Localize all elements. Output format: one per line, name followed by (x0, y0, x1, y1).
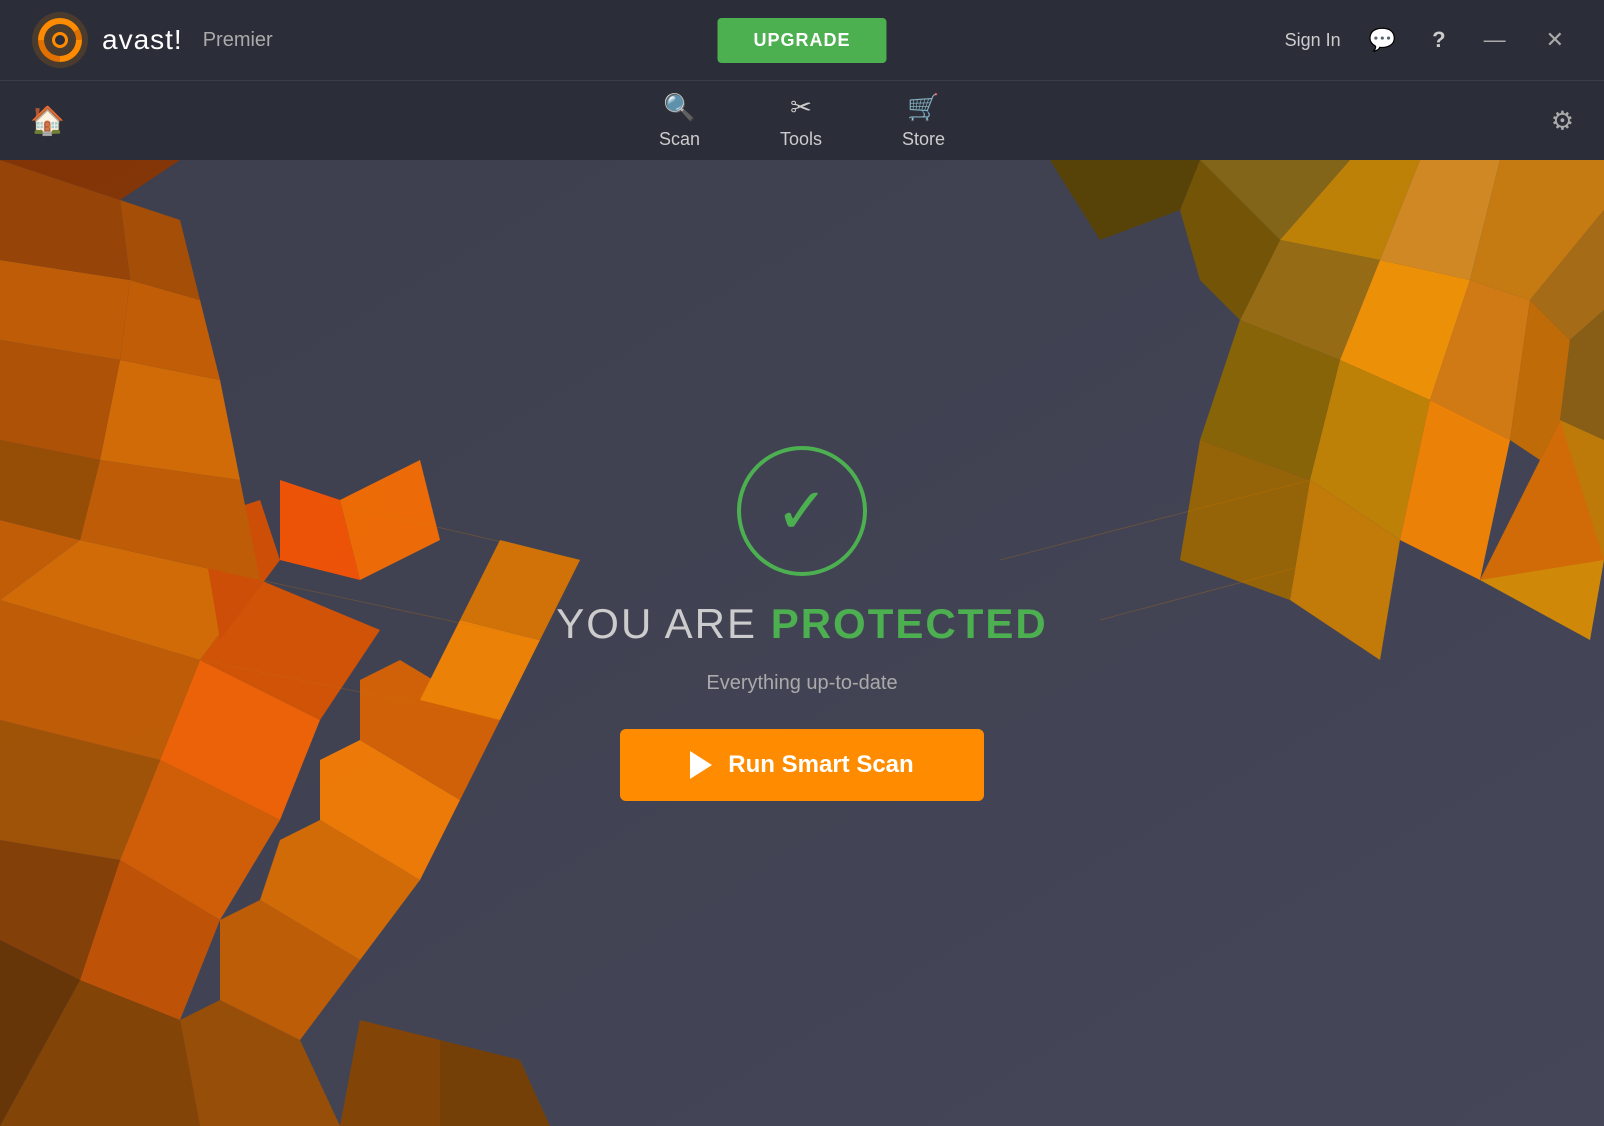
play-icon (690, 751, 712, 779)
status-heading: YOU ARE PROTECTED (556, 600, 1047, 648)
avast-logo-icon (30, 10, 90, 70)
edition-label: Premier (203, 29, 273, 52)
store-icon: 🛒 (907, 92, 939, 123)
scan-label: Scan (659, 129, 700, 150)
scan-icon: 🔍 (663, 92, 695, 123)
titlebar-nav: 🏠 🔍 Scan ✂ Tools 🛒 Store ⚙ (0, 80, 1604, 160)
center-content: ✓ YOU ARE PROTECTED Everything up-to-dat… (556, 446, 1047, 801)
close-button[interactable]: ✕ (1536, 25, 1574, 55)
checkmark-icon: ✓ (775, 479, 829, 543)
nav-store[interactable]: 🛒 Store (902, 92, 945, 150)
right-controls: Sign In 💬 ? — ✕ (1285, 23, 1574, 57)
brand-label: avast! (102, 24, 183, 56)
titlebar-top: avast! Premier UPGRADE Sign In 💬 ? — ✕ (0, 0, 1604, 80)
settings-button[interactable]: ⚙ (1551, 105, 1574, 136)
tools-label: Tools (780, 129, 822, 150)
nav-tools[interactable]: ✂ Tools (780, 92, 822, 150)
scan-button-label: Run Smart Scan (728, 751, 913, 779)
home-button[interactable]: 🏠 (30, 104, 65, 137)
status-subtitle: Everything up-to-date (706, 672, 897, 695)
upgrade-button[interactable]: UPGRADE (717, 18, 886, 63)
sign-in-link[interactable]: Sign In (1285, 30, 1341, 51)
nav-scan[interactable]: 🔍 Scan (659, 92, 700, 150)
logo-area: avast! Premier (30, 10, 273, 70)
main-content: ✓ YOU ARE PROTECTED Everything up-to-dat… (0, 160, 1604, 1126)
minimize-button[interactable]: — (1474, 25, 1516, 55)
store-label: Store (902, 129, 945, 150)
chat-button[interactable]: 💬 (1361, 23, 1404, 57)
protected-status-circle: ✓ (737, 446, 867, 576)
tools-icon: ✂ (790, 92, 812, 123)
status-highlight: PROTECTED (771, 600, 1048, 647)
run-smart-scan-button[interactable]: Run Smart Scan (620, 729, 983, 801)
help-button[interactable]: ? (1424, 23, 1453, 57)
status-prefix: YOU ARE (556, 600, 770, 647)
